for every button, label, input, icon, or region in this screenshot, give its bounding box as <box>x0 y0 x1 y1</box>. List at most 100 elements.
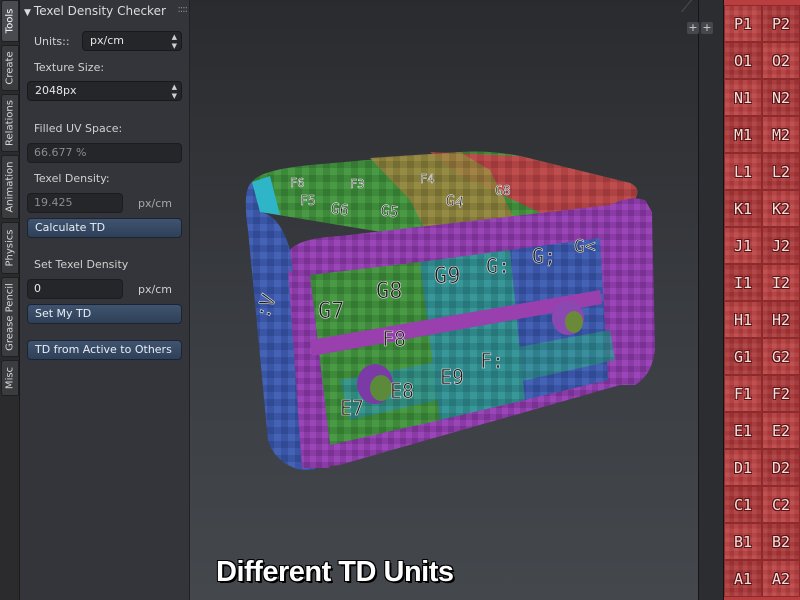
add-region-left-icon[interactable]: + <box>687 22 699 34</box>
uv-cell-label: F1 <box>733 384 753 403</box>
tab-create[interactable]: Create <box>1 45 19 91</box>
uv-cell-label: J1 <box>733 236 753 255</box>
top-label: F6 <box>290 176 304 190</box>
front-label: E7 <box>340 396 364 420</box>
uv-checker-cell: D2 <box>762 449 800 486</box>
uv-checker-cell: E2 <box>762 412 800 449</box>
texture-size-select[interactable]: 2048px ▲ ▼ <box>27 81 182 101</box>
uv-cell-label: E1 <box>733 421 753 440</box>
editor-separator: + + <box>687 0 724 600</box>
uv-column-2: P2 O2 N2 M2 L2 K2 J2 I2 H2 G2 F2 E2 D2 C2 B2 A2 <box>762 0 800 600</box>
uv-checker-cell: J1 <box>724 227 762 264</box>
top-label: G5 <box>379 201 399 221</box>
tab-grease-pencil-label: Grease Pencil <box>4 283 16 351</box>
front-label: G; <box>532 244 556 268</box>
uv-checker-cell: C2 <box>762 486 800 523</box>
tab-relations[interactable]: Relations <box>1 94 19 152</box>
front-label: G9 <box>434 264 461 289</box>
3d-viewport[interactable]: G6 G5 G4 F3 F4 F6 F5 G8 G7 G8 G9 G: G; G… <box>190 0 698 600</box>
uv-cell-label: C2 <box>771 495 791 514</box>
uv-cell-label: G2 <box>771 347 791 366</box>
uv-checker-cell: G1 <box>724 338 762 375</box>
uv-checker-cell: F1 <box>724 375 762 412</box>
uv-checker-cell: I2 <box>762 264 800 301</box>
radio-mesh-render: G6 G5 G4 F3 F4 F6 F5 G8 G7 G8 G9 G: G; G… <box>245 151 655 470</box>
front-label: G7 <box>318 299 345 324</box>
texture-size-label: Texture Size: <box>34 61 105 74</box>
top-label: F5 <box>300 194 316 209</box>
uv-cell-label: E2 <box>771 421 791 440</box>
add-region-right-icon[interactable]: + <box>701 22 713 34</box>
uv-cell-label: K1 <box>733 199 753 218</box>
uv-cell-label: F2 <box>771 384 791 403</box>
uv-checker-cell: H2 <box>762 301 800 338</box>
uv-column-1: P1 O1 N1 M1 L1 K1 J1 I1 H1 G1 F1 E1 D1 C1 B1 A1 <box>724 0 762 600</box>
uv-checker-cell: C1 <box>724 486 762 523</box>
uv-cell-label: A1 <box>733 569 753 588</box>
drag-grip-icon[interactable]: :::: <box>178 4 189 15</box>
texel-density-unit: px/cm <box>138 197 172 210</box>
tab-animation-label: Animation <box>4 161 16 213</box>
panel-header[interactable]: ▼ Texel Density Checker <box>24 2 188 20</box>
uv-checker-cell: L2 <box>762 153 800 190</box>
front-label: F: <box>480 349 504 373</box>
tab-animation[interactable]: Animation <box>1 155 19 219</box>
uv-cell-label: H2 <box>771 310 791 329</box>
uv-cell-label: H1 <box>733 310 753 329</box>
uv-checker-cell: N1 <box>724 79 762 116</box>
top-label: G8 <box>495 184 511 199</box>
top-label: F3 <box>350 177 364 191</box>
uv-cell-label: C1 <box>733 495 753 514</box>
uv-cell-label: P2 <box>771 14 791 33</box>
units-label: Units:: <box>34 35 70 48</box>
uv-checker-cell: P2 <box>762 5 800 42</box>
uv-cell-label: I1 <box>733 273 753 292</box>
tab-grease-pencil[interactable]: Grease Pencil <box>1 277 19 357</box>
set-texel-density-input[interactable]: 0 <box>27 279 123 299</box>
uv-cell-label: G1 <box>733 347 753 366</box>
texture-size-value: 2048px <box>35 84 77 97</box>
front-label: G< <box>574 236 596 257</box>
front-label: G: <box>486 254 510 278</box>
uv-checker-cell: D1 <box>724 449 762 486</box>
td-active-to-others-button[interactable]: TD from Active to Others <box>27 340 182 360</box>
set-my-td-button[interactable]: Set My TD <box>27 304 182 324</box>
top-label: F4 <box>420 172 434 186</box>
uv-cell-label: D2 <box>771 458 791 477</box>
collapse-triangle-icon[interactable]: ▼ <box>24 8 31 18</box>
calculate-td-button[interactable]: Calculate TD <box>27 218 182 238</box>
uv-editor[interactable]: P1 O1 N1 M1 L1 K1 J1 I1 H1 G1 F1 E1 D1 C1 B1 A1 P2 O2 N2 M… <box>724 0 800 600</box>
uv-checker-cell: M2 <box>762 116 800 153</box>
uv-cell-label: A2 <box>771 569 791 588</box>
uv-checker-cell: B1 <box>724 523 762 560</box>
texel-density-label: Texel Density: <box>34 172 110 185</box>
uv-cell-label: L2 <box>771 162 791 181</box>
uv-cell-label: M2 <box>771 125 791 144</box>
top-label: G4 <box>444 191 464 211</box>
uv-cell-label: O2 <box>771 51 791 70</box>
uv-cell-label: K2 <box>771 199 791 218</box>
video-caption: Different TD Units <box>216 556 454 588</box>
tab-physics-label: Physics <box>4 229 16 267</box>
filled-uv-label: Filled UV Space: <box>34 122 123 135</box>
uv-cell-label: M1 <box>733 125 753 144</box>
panel-title: Texel Density Checker <box>33 4 166 18</box>
filled-uv-field: 66.677 % <box>27 143 182 163</box>
uv-cell-label: D1 <box>733 458 753 477</box>
top-label: G6 <box>329 199 349 219</box>
tab-misc[interactable]: Misc <box>1 360 19 396</box>
tab-tools[interactable]: Tools <box>1 0 19 42</box>
units-select[interactable]: px/cm ▲ ▼ <box>82 31 182 51</box>
set-texel-density-unit: px/cm <box>138 283 172 296</box>
uv-checker-cell: K2 <box>762 190 800 227</box>
uv-checker-cell: F2 <box>762 375 800 412</box>
uv-checker-cell: A2 <box>762 560 800 597</box>
uv-checker-cell: O2 <box>762 42 800 79</box>
uv-checker-cell: H1 <box>724 301 762 338</box>
uv-checker-cell: N2 <box>762 79 800 116</box>
uv-cell-label: B2 <box>771 532 791 551</box>
tab-physics[interactable]: Physics <box>1 222 19 274</box>
front-label: E9 <box>440 365 464 389</box>
uv-cell-label: L1 <box>733 162 753 181</box>
uv-checker-cell: O1 <box>724 42 762 79</box>
